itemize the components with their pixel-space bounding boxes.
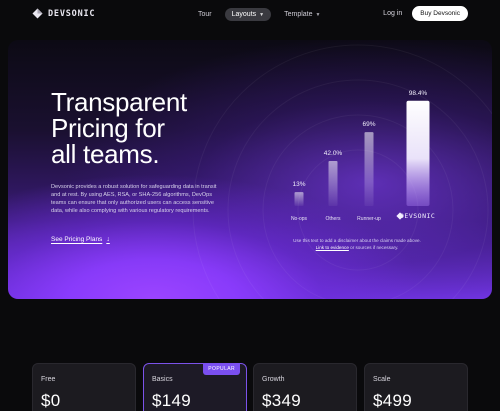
chart-disclaimer: Use this text to add a disclaimer about …: [290, 237, 424, 251]
nav-actions: Log in Buy Devsonic: [383, 6, 468, 21]
top-navigation: DEVSONIC Tour Layouts ▼ Template ▼ Log i…: [0, 0, 500, 30]
bar-value-label: 98.4%: [408, 89, 428, 97]
nav-link-label: Layouts: [231, 11, 257, 18]
login-link[interactable]: Log in: [383, 10, 402, 17]
diamond-logo-icon: [32, 8, 43, 19]
plan-price: $499: [373, 391, 413, 410]
chart-brand-label: DEVSONIC: [396, 212, 435, 220]
pricing-card-scale[interactable]: Scale $499: [364, 363, 468, 411]
chart-bar: [294, 192, 304, 206]
bar-value-label: 42.0%: [323, 150, 343, 158]
disclaimer-text: Use this text to add a disclaimer about …: [293, 238, 421, 243]
bar-value-label: 69%: [362, 121, 376, 129]
pricing-card-free[interactable]: Free $0: [32, 363, 136, 411]
pricing-cards: Free $0 POPULAR Basics $149 Growth $349 …: [32, 363, 468, 411]
plan-price: $349: [262, 391, 302, 410]
brand-name: DEVSONIC: [48, 8, 96, 19]
popular-badge: POPULAR: [203, 363, 240, 375]
nav-link-template[interactable]: Template ▼: [279, 8, 325, 21]
nav-links: Tour Layouts ▼ Template ▼: [193, 8, 325, 21]
pricing-card-basics[interactable]: POPULAR Basics $149: [143, 363, 247, 411]
disclaimer-text: or sources if necessary.: [348, 245, 399, 250]
chevron-down-icon: ▼: [315, 11, 321, 18]
bar-category-label: Runner-up: [357, 216, 381, 222]
plan-price: $0: [41, 391, 61, 410]
bar-category-label: DEVSONIC: [400, 212, 436, 220]
nav-link-tour[interactable]: Tour: [193, 8, 217, 21]
chevron-down-icon: ▼: [259, 11, 265, 18]
bar-value-label: 13%: [292, 181, 306, 189]
comparison-chart: 13% No-ops 42.0% Others 69% Runner-up 98.4% DE…: [8, 40, 492, 299]
nav-link-label: Template: [284, 11, 313, 18]
chart-svg: [294, 100, 430, 206]
plan-name: Growth: [262, 376, 285, 383]
evidence-link[interactable]: Link to evidence: [316, 245, 349, 250]
bar-category-label: Others: [325, 216, 341, 222]
chart-bar: [364, 132, 374, 206]
plan-name: Free: [41, 376, 56, 383]
plan-price: $149: [152, 391, 192, 410]
brand-logo[interactable]: DEVSONIC: [32, 8, 95, 19]
pricing-card-growth[interactable]: Growth $349: [253, 363, 357, 411]
nav-link-layouts[interactable]: Layouts ▼: [224, 8, 272, 21]
buy-button[interactable]: Buy Devsonic: [412, 6, 468, 21]
plan-name: Scale: [373, 376, 391, 383]
hero-section: Transparent Pricing for all teams. Devso…: [8, 40, 492, 299]
bar-category-label: No-ops: [290, 216, 308, 222]
chart-bar: [328, 161, 338, 206]
chart-bar-highlight: [406, 100, 430, 206]
plan-name: Basics: [152, 376, 173, 383]
